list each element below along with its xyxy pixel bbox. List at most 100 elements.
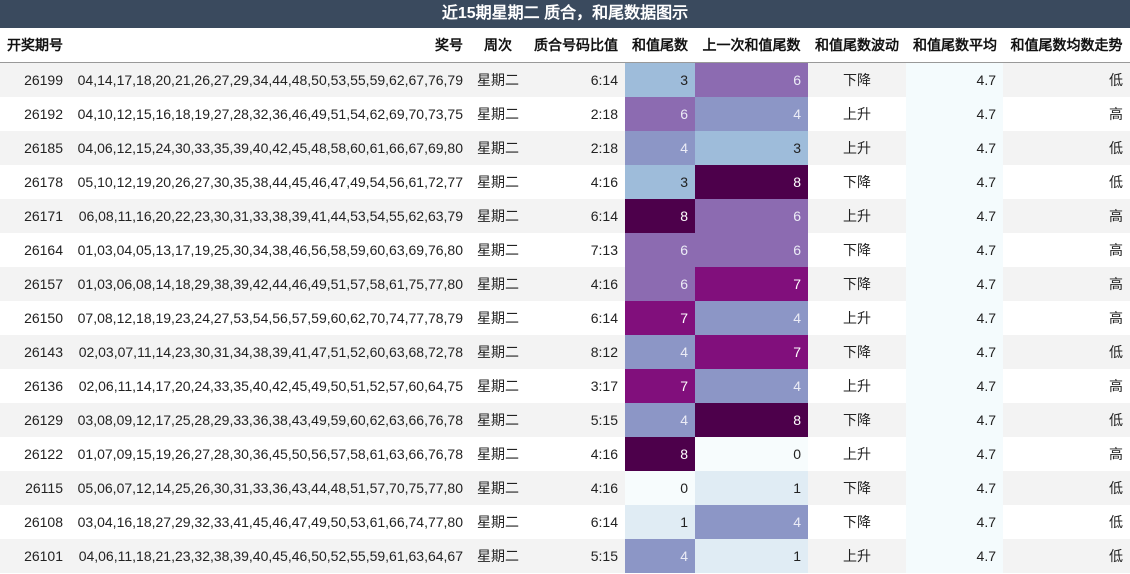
tail-cell: 8 [625,437,695,471]
ratio-cell: 4:16 [526,267,625,301]
trend-cell: 下降 [808,267,906,301]
numbers-cell: 04,14,17,18,20,21,26,27,29,34,44,48,50,5… [70,62,470,97]
table-title: 近15期星期二 质合，和尾数据图示 [0,0,1130,28]
table-row: 26136 02,06,11,14,17,20,24,33,35,40,42,45… [0,369,1130,403]
trend-cell: 下降 [808,165,906,199]
weekday-cell: 星期二 [470,199,526,233]
ratio-cell: 8:12 [526,335,625,369]
numbers-cell: 02,03,07,11,14,23,30,31,34,38,39,41,47,5… [70,335,470,369]
trend-cell: 上升 [808,97,906,131]
avg-trend-cell: 低 [1003,539,1130,573]
trend-cell: 下降 [808,403,906,437]
numbers-cell: 01,03,04,05,13,17,19,25,30,34,38,46,56,5… [70,233,470,267]
avg-trend-cell: 高 [1003,369,1130,403]
issue-cell: 26157 [0,267,70,301]
average-cell: 4.7 [906,403,1003,437]
average-cell: 4.7 [906,471,1003,505]
average-cell: 4.7 [906,165,1003,199]
weekday-cell: 星期二 [470,233,526,267]
weekday-cell: 星期二 [470,301,526,335]
trend-cell: 下降 [808,335,906,369]
ratio-cell: 2:18 [526,97,625,131]
prev-tail-cell: 4 [695,97,808,131]
table-row: 26143 02,03,07,11,14,23,30,31,34,38,39,41… [0,335,1130,369]
average-cell: 4.7 [906,97,1003,131]
issue-cell: 26136 [0,369,70,403]
prev-tail-cell: 6 [695,233,808,267]
weekday-cell: 星期二 [470,165,526,199]
tail-cell: 8 [625,199,695,233]
numbers-cell: 01,03,06,08,14,18,29,38,39,42,44,46,49,5… [70,267,470,301]
table-row: 26129 03,08,09,12,17,25,28,29,33,36,38,43… [0,403,1130,437]
prev-tail-cell: 1 [695,539,808,573]
trend-cell: 上升 [808,369,906,403]
tail-cell: 0 [625,471,695,505]
header-tail: 和值尾数 [625,28,695,63]
tail-cell: 7 [625,369,695,403]
table-row: 26164 01,03,04,05,13,17,19,25,30,34,38,46… [0,233,1130,267]
weekday-cell: 星期二 [470,437,526,471]
tail-cell: 6 [625,233,695,267]
table-row: 26115 05,06,07,12,14,25,26,30,31,33,36,43… [0,471,1130,505]
avg-trend-cell: 高 [1003,301,1130,335]
table-row: 26157 01,03,06,08,14,18,29,38,39,42,44,46… [0,267,1130,301]
prev-tail-cell: 8 [695,165,808,199]
average-cell: 4.7 [906,267,1003,301]
prev-tail-cell: 7 [695,335,808,369]
tail-cell: 1 [625,505,695,539]
average-cell: 4.7 [906,335,1003,369]
trend-cell: 上升 [808,131,906,165]
issue-cell: 26171 [0,199,70,233]
avg-trend-cell: 高 [1003,97,1130,131]
header-weekday: 周次 [470,28,526,63]
avg-trend-cell: 低 [1003,335,1130,369]
tail-cell: 7 [625,301,695,335]
prev-tail-cell: 7 [695,267,808,301]
header-avg-trend: 和值尾数均数走势 [1003,28,1130,63]
header-row: 开奖期号 奖号 周次 质合号码比值 和值尾数 上一次和值尾数 和值尾数波动 和值… [0,28,1130,63]
issue-cell: 26199 [0,62,70,97]
ratio-cell: 4:16 [526,471,625,505]
avg-trend-cell: 高 [1003,199,1130,233]
average-cell: 4.7 [906,131,1003,165]
weekday-cell: 星期二 [470,97,526,131]
ratio-cell: 4:16 [526,165,625,199]
ratio-cell: 7:13 [526,233,625,267]
table-row: 26101 04,06,11,18,21,23,32,38,39,40,45,46… [0,539,1130,573]
header-trend: 和值尾数波动 [808,28,906,63]
data-table: 开奖期号 奖号 周次 质合号码比值 和值尾数 上一次和值尾数 和值尾数波动 和值… [0,28,1130,573]
issue-cell: 26143 [0,335,70,369]
header-prev-tail: 上一次和值尾数 [695,28,808,63]
prev-tail-cell: 1 [695,471,808,505]
table-body: 26199 04,14,17,18,20,21,26,27,29,34,44,48… [0,62,1130,573]
average-cell: 4.7 [906,539,1003,573]
trend-cell: 下降 [808,471,906,505]
average-cell: 4.7 [906,437,1003,471]
weekday-cell: 星期二 [470,505,526,539]
ratio-cell: 6:14 [526,505,625,539]
issue-cell: 26122 [0,437,70,471]
tail-cell: 6 [625,267,695,301]
ratio-cell: 6:14 [526,301,625,335]
table-row: 26122 01,07,09,15,19,26,27,28,30,36,45,50… [0,437,1130,471]
numbers-cell: 04,06,11,18,21,23,32,38,39,40,45,46,50,5… [70,539,470,573]
numbers-cell: 05,10,12,19,20,26,27,30,35,38,44,45,46,4… [70,165,470,199]
tail-cell: 4 [625,539,695,573]
avg-trend-cell: 低 [1003,165,1130,199]
average-cell: 4.7 [906,301,1003,335]
avg-trend-cell: 低 [1003,62,1130,97]
numbers-cell: 06,08,11,16,20,22,23,30,31,33,38,39,41,4… [70,199,470,233]
weekday-cell: 星期二 [470,62,526,97]
prev-tail-cell: 0 [695,437,808,471]
weekday-cell: 星期二 [470,335,526,369]
weekday-cell: 星期二 [470,131,526,165]
numbers-cell: 04,10,12,15,16,18,19,27,28,32,36,46,49,5… [70,97,470,131]
trend-cell: 下降 [808,62,906,97]
numbers-cell: 02,06,11,14,17,20,24,33,35,40,42,45,49,5… [70,369,470,403]
prev-tail-cell: 6 [695,62,808,97]
trend-cell: 上升 [808,199,906,233]
prev-tail-cell: 3 [695,131,808,165]
avg-trend-cell: 低 [1003,131,1130,165]
issue-cell: 26150 [0,301,70,335]
weekday-cell: 星期二 [470,369,526,403]
